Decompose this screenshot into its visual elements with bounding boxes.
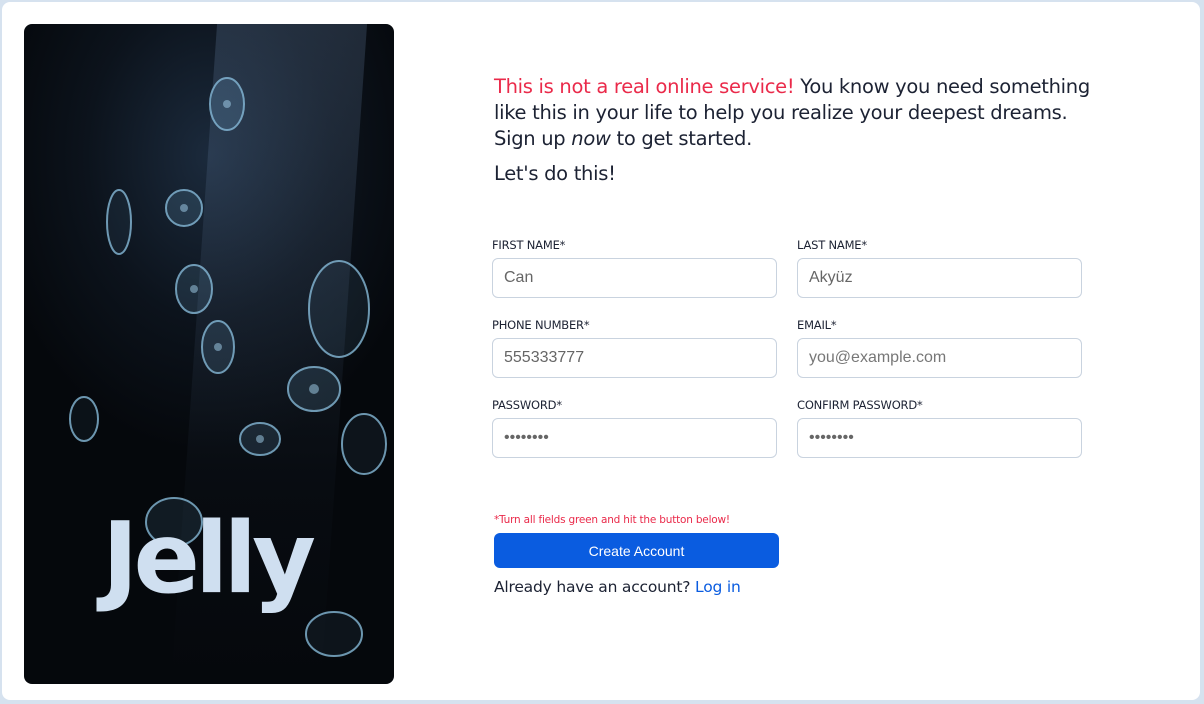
last-name-input[interactable] [797, 258, 1082, 298]
login-prompt: Already have an account? [494, 578, 691, 596]
call-to-action-heading: Let's do this! [494, 162, 616, 185]
intro-emphasis: now [571, 127, 611, 150]
password-input[interactable] [492, 418, 777, 458]
password-label: PASSWORD* [492, 398, 562, 412]
first-name-label: FIRST NAME* [492, 238, 566, 252]
password-field: PASSWORD* [492, 398, 777, 458]
phone-field: PHONE NUMBER* [492, 318, 777, 378]
disclaimer-text: This is not a real online service! [494, 75, 795, 98]
phone-input[interactable] [492, 338, 777, 378]
confirm-password-input[interactable] [797, 418, 1082, 458]
login-link[interactable]: Log in [695, 578, 741, 596]
first-name-input[interactable] [492, 258, 777, 298]
last-name-label: LAST NAME* [797, 238, 867, 252]
hero-image: Jelly [24, 24, 394, 684]
brand-logo: Jelly [102, 502, 316, 616]
email-input[interactable] [797, 338, 1082, 378]
email-field: EMAIL* [797, 318, 1082, 378]
intro-body-end: to get started. [610, 127, 753, 150]
confirm-password-label: CONFIRM PASSWORD* [797, 398, 923, 412]
create-account-button[interactable]: Create Account [494, 533, 779, 568]
last-name-field: LAST NAME* [797, 238, 1082, 298]
page-frame: Jelly This is not a real online service!… [2, 2, 1200, 700]
login-row: Already have an account? Log in [494, 578, 741, 596]
phone-label: PHONE NUMBER* [492, 318, 590, 332]
form-hint: *Turn all fields green and hit the butto… [494, 514, 730, 526]
email-label: EMAIL* [797, 318, 837, 332]
intro-text: This is not a real online service! You k… [494, 74, 1094, 152]
confirm-password-field: CONFIRM PASSWORD* [797, 398, 1082, 458]
first-name-field: FIRST NAME* [492, 238, 777, 298]
